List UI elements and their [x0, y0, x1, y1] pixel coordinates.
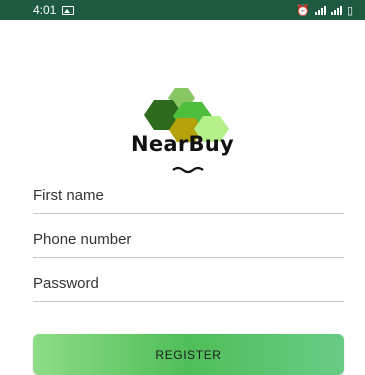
status-left: 4:01 [33, 3, 75, 17]
phone-number-input[interactable] [33, 228, 344, 258]
status-right: ⏰ ▯ [296, 4, 353, 17]
image-icon [62, 5, 75, 15]
status-time: 4:01 [33, 3, 57, 17]
status-bar: 4:01 ⏰ ▯ [0, 0, 365, 20]
register-button[interactable]: REGISTER [33, 334, 344, 375]
first-name-input[interactable] [33, 184, 344, 214]
signal-icon [330, 5, 342, 15]
brand-name: NearBuy [130, 132, 235, 156]
alarm-icon: ⏰ [296, 4, 310, 17]
battery-icon: ▯ [346, 4, 353, 17]
logo-wave [172, 166, 204, 174]
signal-icon [314, 5, 326, 15]
password-input[interactable] [33, 272, 344, 302]
